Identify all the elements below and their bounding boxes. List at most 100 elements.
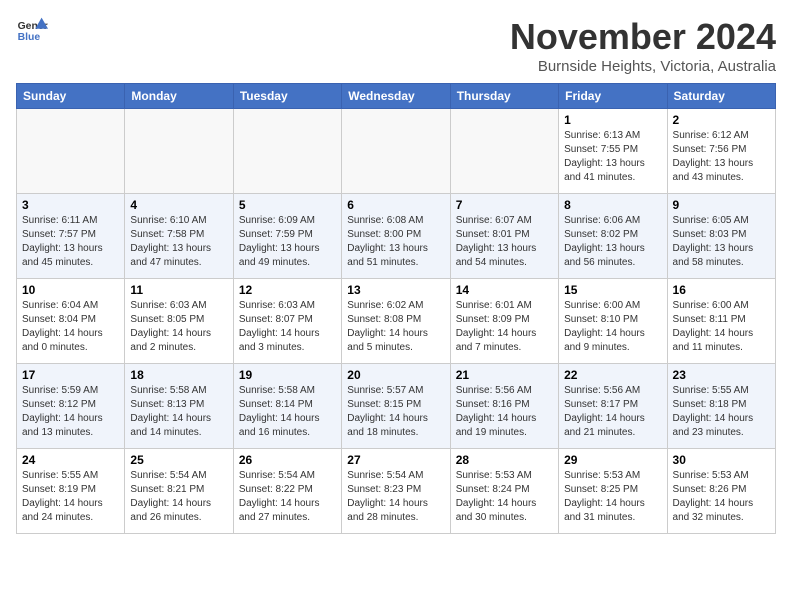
day-info: Sunrise: 6:06 AMSunset: 8:02 PMDaylight:… (564, 214, 661, 270)
day-info: Sunrise: 5:58 AMSunset: 8:14 PMDaylight:… (239, 384, 336, 440)
day-cell-22: 22 Sunrise: 5:56 AMSunset: 8:17 PMDayligh… (559, 364, 667, 449)
day-number: 3 (22, 198, 119, 212)
day-number: 21 (456, 368, 553, 382)
day-info: Sunrise: 6:03 AMSunset: 8:05 PMDaylight:… (130, 299, 227, 355)
col-header-wednesday: Wednesday (342, 84, 450, 109)
day-cell-3: 3 Sunrise: 6:11 AMSunset: 7:57 PMDaylight… (17, 194, 125, 279)
day-cell-9: 9 Sunrise: 6:05 AMSunset: 8:03 PMDaylight… (667, 194, 775, 279)
day-cell-19: 19 Sunrise: 5:58 AMSunset: 8:14 PMDayligh… (233, 364, 341, 449)
day-cell-11: 11 Sunrise: 6:03 AMSunset: 8:05 PMDayligh… (125, 279, 233, 364)
day-number: 2 (673, 113, 770, 127)
day-cell-14: 14 Sunrise: 6:01 AMSunset: 8:09 PMDayligh… (450, 279, 558, 364)
day-cell-7: 7Sunrise: 6:07 AMSunset: 8:01 PMDaylight… (450, 194, 558, 279)
day-number: 15 (564, 283, 661, 297)
day-cell-8: 8 Sunrise: 6:06 AMSunset: 8:02 PMDaylight… (559, 194, 667, 279)
day-info: Sunrise: 6:12 AMSunset: 7:56 PMDaylight:… (673, 129, 770, 185)
svg-text:Blue: Blue (18, 32, 41, 43)
day-number: 14 (456, 283, 553, 297)
day-number: 20 (347, 368, 444, 382)
day-cell-16: 16Sunrise: 6:00 AMSunset: 8:11 PMDayligh… (667, 279, 775, 364)
day-info: Sunrise: 6:11 AMSunset: 7:57 PMDaylight:… (22, 214, 119, 270)
empty-cell (17, 109, 125, 194)
day-cell-10: 10 Sunrise: 6:04 AMSunset: 8:04 PMDayligh… (17, 279, 125, 364)
day-info: Sunrise: 5:58 AMSunset: 8:13 PMDaylight:… (130, 384, 227, 440)
day-info: Sunrise: 6:03 AMSunset: 8:07 PMDaylight:… (239, 299, 336, 355)
day-cell-5: 5Sunrise: 6:09 AMSunset: 7:59 PMDaylight… (233, 194, 341, 279)
day-info: Sunrise: 5:55 AMSunset: 8:19 PMDaylight:… (22, 469, 119, 525)
day-info: Sunrise: 5:54 AMSunset: 8:22 PMDaylight:… (239, 469, 336, 525)
day-number: 1 (564, 113, 661, 127)
day-info: Sunrise: 6:01 AMSunset: 8:09 PMDaylight:… (456, 299, 553, 355)
day-info: Sunrise: 6:07 AMSunset: 8:01 PMDaylight:… (456, 214, 553, 270)
day-number: 12 (239, 283, 336, 297)
day-cell-21: 21 Sunrise: 5:56 AMSunset: 8:16 PMDayligh… (450, 364, 558, 449)
title-area: November 2024 Burnside Heights, Victoria… (510, 16, 776, 75)
logo-icon: General Blue (16, 16, 48, 44)
day-number: 4 (130, 198, 227, 212)
month-title: November 2024 (510, 16, 776, 58)
day-info: Sunrise: 5:56 AMSunset: 8:16 PMDaylight:… (456, 384, 553, 440)
week-row-5: 24 Sunrise: 5:55 AMSunset: 8:19 PMDayligh… (17, 449, 776, 534)
day-cell-2: 2 Sunrise: 6:12 AMSunset: 7:56 PMDaylight… (667, 109, 775, 194)
day-info: Sunrise: 6:13 AMSunset: 7:55 PMDaylight:… (564, 129, 661, 185)
day-number: 24 (22, 453, 119, 467)
day-number: 25 (130, 453, 227, 467)
logo: General Blue (16, 16, 48, 44)
day-number: 9 (673, 198, 770, 212)
day-number: 5 (239, 198, 336, 212)
day-info: Sunrise: 5:59 AMSunset: 8:12 PMDaylight:… (22, 384, 119, 440)
day-cell-18: 18 Sunrise: 5:58 AMSunset: 8:13 PMDayligh… (125, 364, 233, 449)
day-cell-28: 28 Sunrise: 5:53 AMSunset: 8:24 PMDayligh… (450, 449, 558, 534)
day-info: Sunrise: 5:53 AMSunset: 8:26 PMDaylight:… (673, 469, 770, 525)
day-number: 11 (130, 283, 227, 297)
day-info: Sunrise: 5:53 AMSunset: 8:24 PMDaylight:… (456, 469, 553, 525)
day-info: Sunrise: 6:04 AMSunset: 8:04 PMDaylight:… (22, 299, 119, 355)
col-header-thursday: Thursday (450, 84, 558, 109)
day-cell-30: 30 Sunrise: 5:53 AMSunset: 8:26 PMDayligh… (667, 449, 775, 534)
day-cell-12: 12 Sunrise: 6:03 AMSunset: 8:07 PMDayligh… (233, 279, 341, 364)
week-row-1: 1 Sunrise: 6:13 AMSunset: 7:55 PMDaylight… (17, 109, 776, 194)
day-number: 22 (564, 368, 661, 382)
empty-cell (342, 109, 450, 194)
day-info: Sunrise: 5:54 AMSunset: 8:23 PMDaylight:… (347, 469, 444, 525)
day-cell-17: 17 Sunrise: 5:59 AMSunset: 8:12 PMDayligh… (17, 364, 125, 449)
col-header-monday: Monday (125, 84, 233, 109)
day-cell-24: 24 Sunrise: 5:55 AMSunset: 8:19 PMDayligh… (17, 449, 125, 534)
empty-cell (125, 109, 233, 194)
week-row-3: 10 Sunrise: 6:04 AMSunset: 8:04 PMDayligh… (17, 279, 776, 364)
day-number: 30 (673, 453, 770, 467)
week-row-2: 3 Sunrise: 6:11 AMSunset: 7:57 PMDaylight… (17, 194, 776, 279)
day-info: Sunrise: 5:57 AMSunset: 8:15 PMDaylight:… (347, 384, 444, 440)
day-cell-1: 1 Sunrise: 6:13 AMSunset: 7:55 PMDaylight… (559, 109, 667, 194)
day-info: Sunrise: 6:08 AMSunset: 8:00 PMDaylight:… (347, 214, 444, 270)
col-header-tuesday: Tuesday (233, 84, 341, 109)
day-info: Sunrise: 6:10 AMSunset: 7:58 PMDaylight:… (130, 214, 227, 270)
day-number: 26 (239, 453, 336, 467)
day-number: 28 (456, 453, 553, 467)
day-info: Sunrise: 6:00 AMSunset: 8:11 PMDaylight:… (673, 299, 770, 355)
day-info: Sunrise: 6:00 AMSunset: 8:10 PMDaylight:… (564, 299, 661, 355)
empty-cell (233, 109, 341, 194)
location-subtitle: Burnside Heights, Victoria, Australia (510, 58, 776, 75)
day-cell-26: 26 Sunrise: 5:54 AMSunset: 8:22 PMDayligh… (233, 449, 341, 534)
col-header-friday: Friday (559, 84, 667, 109)
day-info: Sunrise: 5:56 AMSunset: 8:17 PMDaylight:… (564, 384, 661, 440)
day-cell-29: 29Sunrise: 5:53 AMSunset: 8:25 PMDayligh… (559, 449, 667, 534)
calendar-header-row: SundayMondayTuesdayWednesdayThursdayFrid… (17, 84, 776, 109)
day-number: 18 (130, 368, 227, 382)
day-number: 27 (347, 453, 444, 467)
day-number: 8 (564, 198, 661, 212)
day-number: 10 (22, 283, 119, 297)
day-cell-23: 23Sunrise: 5:55 AMSunset: 8:18 PMDayligh… (667, 364, 775, 449)
day-number: 13 (347, 283, 444, 297)
day-cell-6: 6 Sunrise: 6:08 AMSunset: 8:00 PMDaylight… (342, 194, 450, 279)
day-info: Sunrise: 5:55 AMSunset: 8:18 PMDaylight:… (673, 384, 770, 440)
day-number: 19 (239, 368, 336, 382)
day-cell-4: 4 Sunrise: 6:10 AMSunset: 7:58 PMDaylight… (125, 194, 233, 279)
day-cell-15: 15 Sunrise: 6:00 AMSunset: 8:10 PMDayligh… (559, 279, 667, 364)
day-number: 17 (22, 368, 119, 382)
day-number: 29 (564, 453, 661, 467)
header: General Blue November 2024 Burnside Heig… (16, 16, 776, 75)
day-number: 6 (347, 198, 444, 212)
day-info: Sunrise: 6:05 AMSunset: 8:03 PMDaylight:… (673, 214, 770, 270)
